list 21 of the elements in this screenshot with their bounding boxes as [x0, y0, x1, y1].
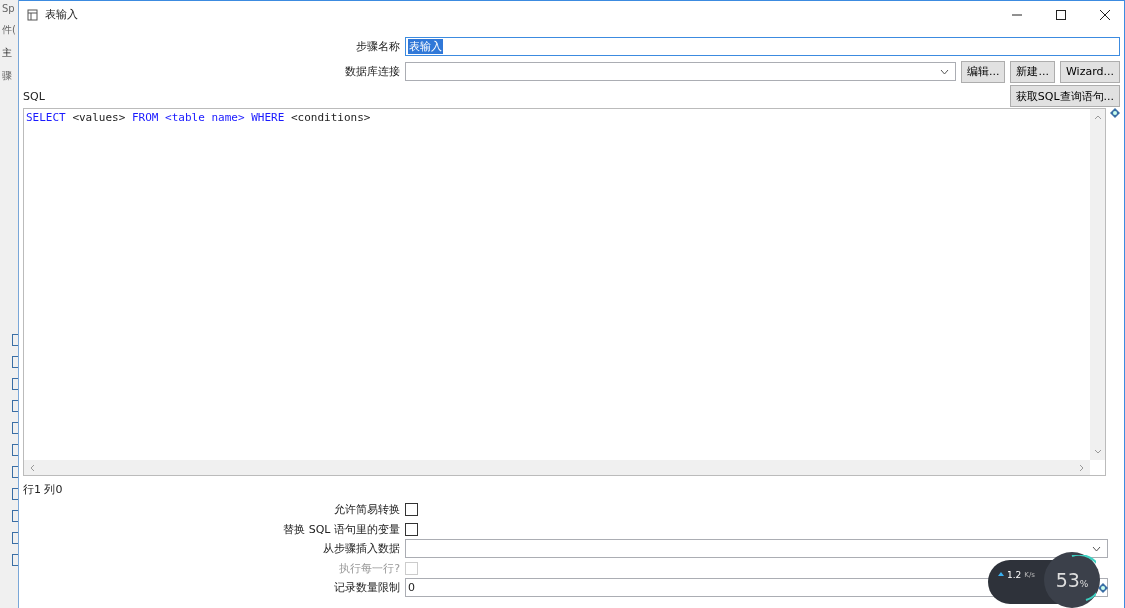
menu-item[interactable]: 件( — [0, 20, 18, 43]
field-label: 允许简易转换 — [333, 502, 400, 518]
field-label: 记录数量限制 — [333, 580, 400, 596]
tab[interactable]: 主 — [0, 43, 18, 66]
field-label: 执行每一行? — [338, 560, 400, 576]
sql-editor[interactable]: SELECT <values> FROM <table name> WHERE <conditions> — [23, 108, 1106, 476]
section-label: SQL — [23, 89, 45, 103]
cursor-position: 行1 列0 — [23, 482, 64, 498]
field-label: 从步骤插入数据 — [322, 541, 400, 557]
window-title: Sp — [1, 2, 16, 16]
window-title: 表输入 — [45, 7, 78, 22]
dialog-button[interactable]: 新建... — [1010, 60, 1055, 83]
dialog-button[interactable]: 编辑... — [961, 60, 1006, 83]
label: 骤 — [1, 69, 13, 83]
field-label: 步骤名称 — [355, 39, 400, 54]
input-field[interactable]: 表输入 — [405, 37, 1120, 56]
field-label: 替换 SQL 语句里的变量 — [282, 521, 400, 537]
get-sql-button[interactable]: 获取SQL查询语句... — [1009, 85, 1120, 107]
dialog-button[interactable]: Wizard... — [1060, 60, 1120, 83]
code-line: SELECT <values> FROM <table name> WHERE <conditions> — [25, 110, 372, 126]
field-label: 数据库连接 — [344, 64, 400, 79]
